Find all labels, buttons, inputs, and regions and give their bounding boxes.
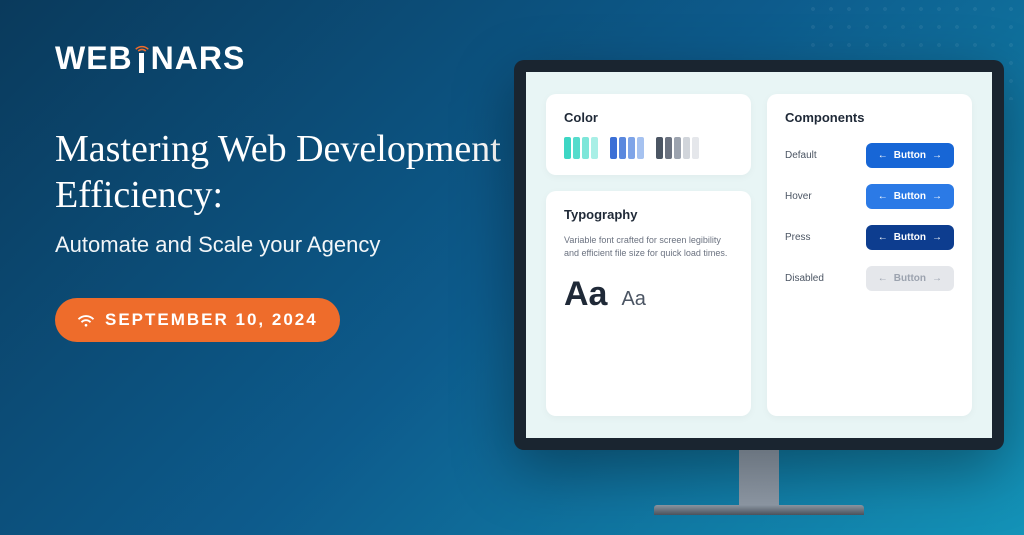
color-swatch [564,137,571,159]
color-swatch [656,137,663,159]
color-swatch [582,137,589,159]
color-swatch [674,137,681,159]
color-swatch [619,137,626,159]
color-swatch [573,137,580,159]
components-card: Components Default ← Button → Hover ← Bu… [767,94,972,416]
arrow-right-icon: → [932,273,942,284]
date-badge: SEPTEMBER 10, 2024 [55,298,340,342]
page-title: Mastering Web Development Efficiency: [55,127,505,218]
arrow-right-icon: → [932,232,942,243]
date-text: SEPTEMBER 10, 2024 [105,310,318,330]
color-swatch [637,137,644,159]
color-swatch [692,137,699,159]
monitor-stand-neck [739,450,779,505]
component-label: Disabled [785,273,824,284]
color-card-title: Color [564,110,733,125]
color-swatch [665,137,672,159]
typography-sample-large: Aa [564,275,607,314]
arrow-left-icon: ← [878,191,888,202]
color-swatches [564,137,733,159]
arrow-right-icon: → [932,150,942,161]
typography-card-title: Typography [564,207,733,222]
promo-content: WEB NARS Mastering Web Development Effic… [55,40,505,342]
button-label: Button [894,191,926,202]
typography-card: Typography Variable font crafted for scr… [546,191,751,416]
button-press[interactable]: ← Button → [866,225,954,250]
button-label: Button [894,273,926,284]
color-swatch [683,137,690,159]
page-subtitle: Automate and Scale your Agency [55,232,505,258]
wifi-icon [77,313,95,327]
button-hover[interactable]: ← Button → [866,184,954,209]
components-card-title: Components [785,110,954,125]
typography-sample: Aa Aa [564,275,733,314]
component-row-hover: Hover ← Button → [785,184,954,209]
monitor-stand-base [654,505,864,515]
arrow-left-icon: ← [878,273,888,284]
logo-text-pre: WEB [55,40,133,77]
arrow-left-icon: ← [878,232,888,243]
component-label: Press [785,232,811,243]
arrow-right-icon: → [932,191,942,202]
monitor-screen: Color Typography Variable font crafted f… [514,60,1004,450]
component-row-disabled: Disabled ← Button → [785,266,954,291]
color-swatch [628,137,635,159]
color-swatch [610,137,617,159]
logo-i-glyph [134,45,150,73]
button-disabled: ← Button → [866,266,954,291]
component-row-default: Default ← Button → [785,143,954,168]
typography-description: Variable font crafted for screen legibil… [564,234,733,259]
color-card: Color [546,94,751,175]
typography-sample-small: Aa [621,288,645,311]
button-default[interactable]: ← Button → [866,143,954,168]
component-row-press: Press ← Button → [785,225,954,250]
arrow-left-icon: ← [878,150,888,161]
monitor-mockup: Color Typography Variable font crafted f… [514,60,1004,515]
component-label: Default [785,150,817,161]
webinars-logo: WEB NARS [55,40,505,77]
button-label: Button [894,232,926,243]
button-label: Button [894,150,926,161]
component-label: Hover [785,191,812,202]
color-swatch [591,137,598,159]
wifi-icon [134,43,150,53]
logo-text-post: NARS [151,40,246,77]
